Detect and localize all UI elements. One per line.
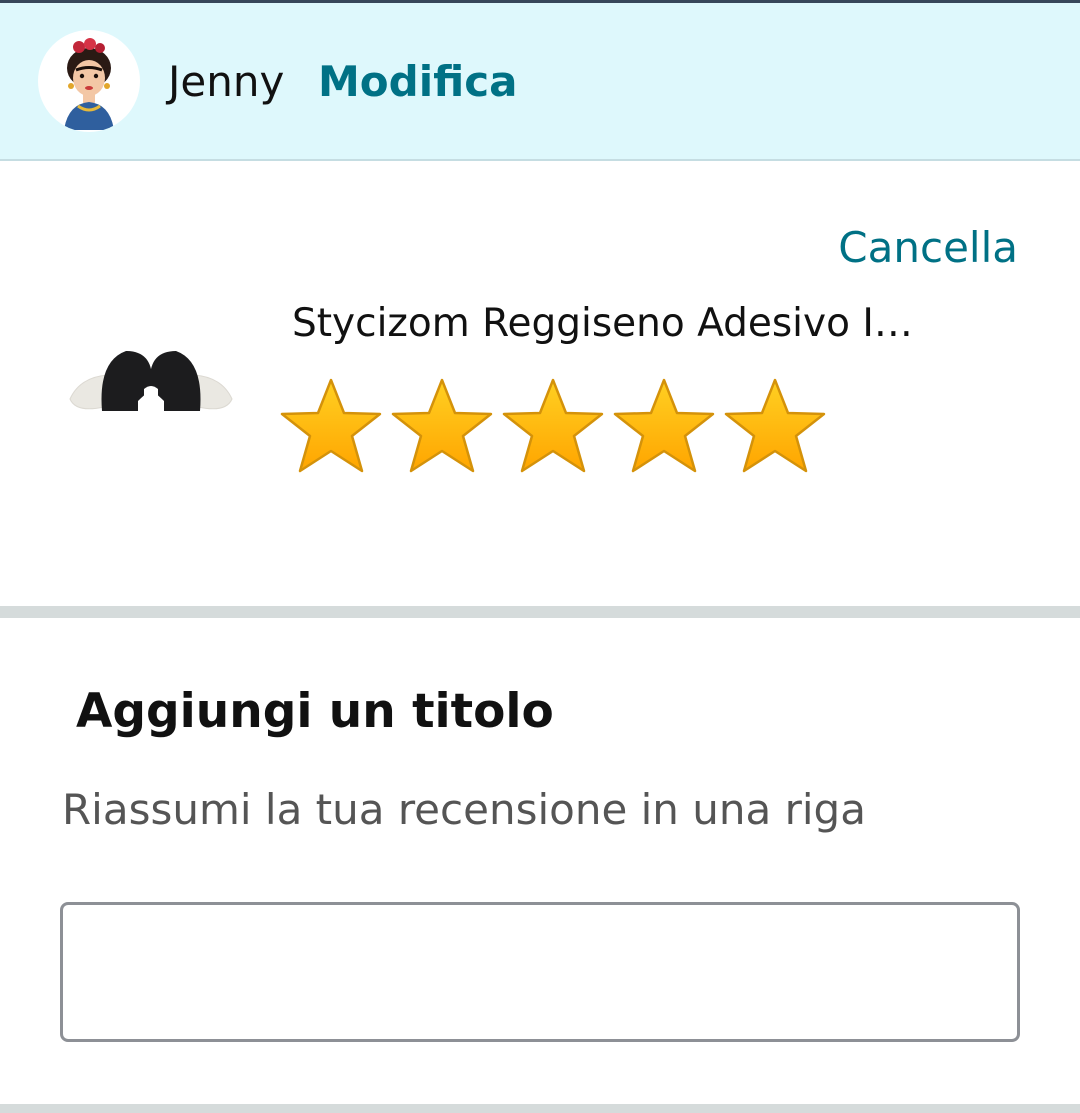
star-icon: [280, 378, 382, 473]
section-divider: [0, 606, 1080, 618]
star-3[interactable]: [500, 377, 606, 475]
star-4[interactable]: [611, 377, 717, 475]
cancel-link[interactable]: Cancella: [838, 223, 1018, 273]
star-icon: [613, 378, 715, 473]
product-image: [68, 341, 234, 421]
star-1[interactable]: [278, 377, 384, 475]
star-rating[interactable]: [278, 377, 833, 475]
avatar[interactable]: [38, 30, 140, 132]
star-2[interactable]: [389, 377, 495, 475]
star-icon: [502, 378, 604, 473]
avatar-portrait-icon: [64, 38, 114, 130]
reviewer-name: Jenny: [168, 57, 285, 106]
star-icon: [724, 378, 826, 473]
review-title-section: Aggiungi un titolo Riassumi la tua recen…: [0, 618, 1080, 1104]
product-title: Stycizom Reggiseno Adesivo I…: [292, 301, 913, 346]
bottom-divider: [0, 1104, 1080, 1113]
reviewer-header: Jenny Modifica: [0, 3, 1080, 161]
section-subtitle: Riassumi la tua recensione in una riga: [62, 785, 866, 834]
product-rating-section: Cancella Stycizom Reggiseno Adesivo I…: [0, 161, 1080, 606]
review-title-input[interactable]: [60, 902, 1020, 1042]
star-icon: [391, 378, 493, 473]
edit-profile-link[interactable]: Modifica: [318, 57, 517, 107]
adhesive-bra-image: [69, 351, 233, 411]
section-heading: Aggiungi un titolo: [76, 684, 554, 739]
star-5[interactable]: [722, 377, 828, 475]
